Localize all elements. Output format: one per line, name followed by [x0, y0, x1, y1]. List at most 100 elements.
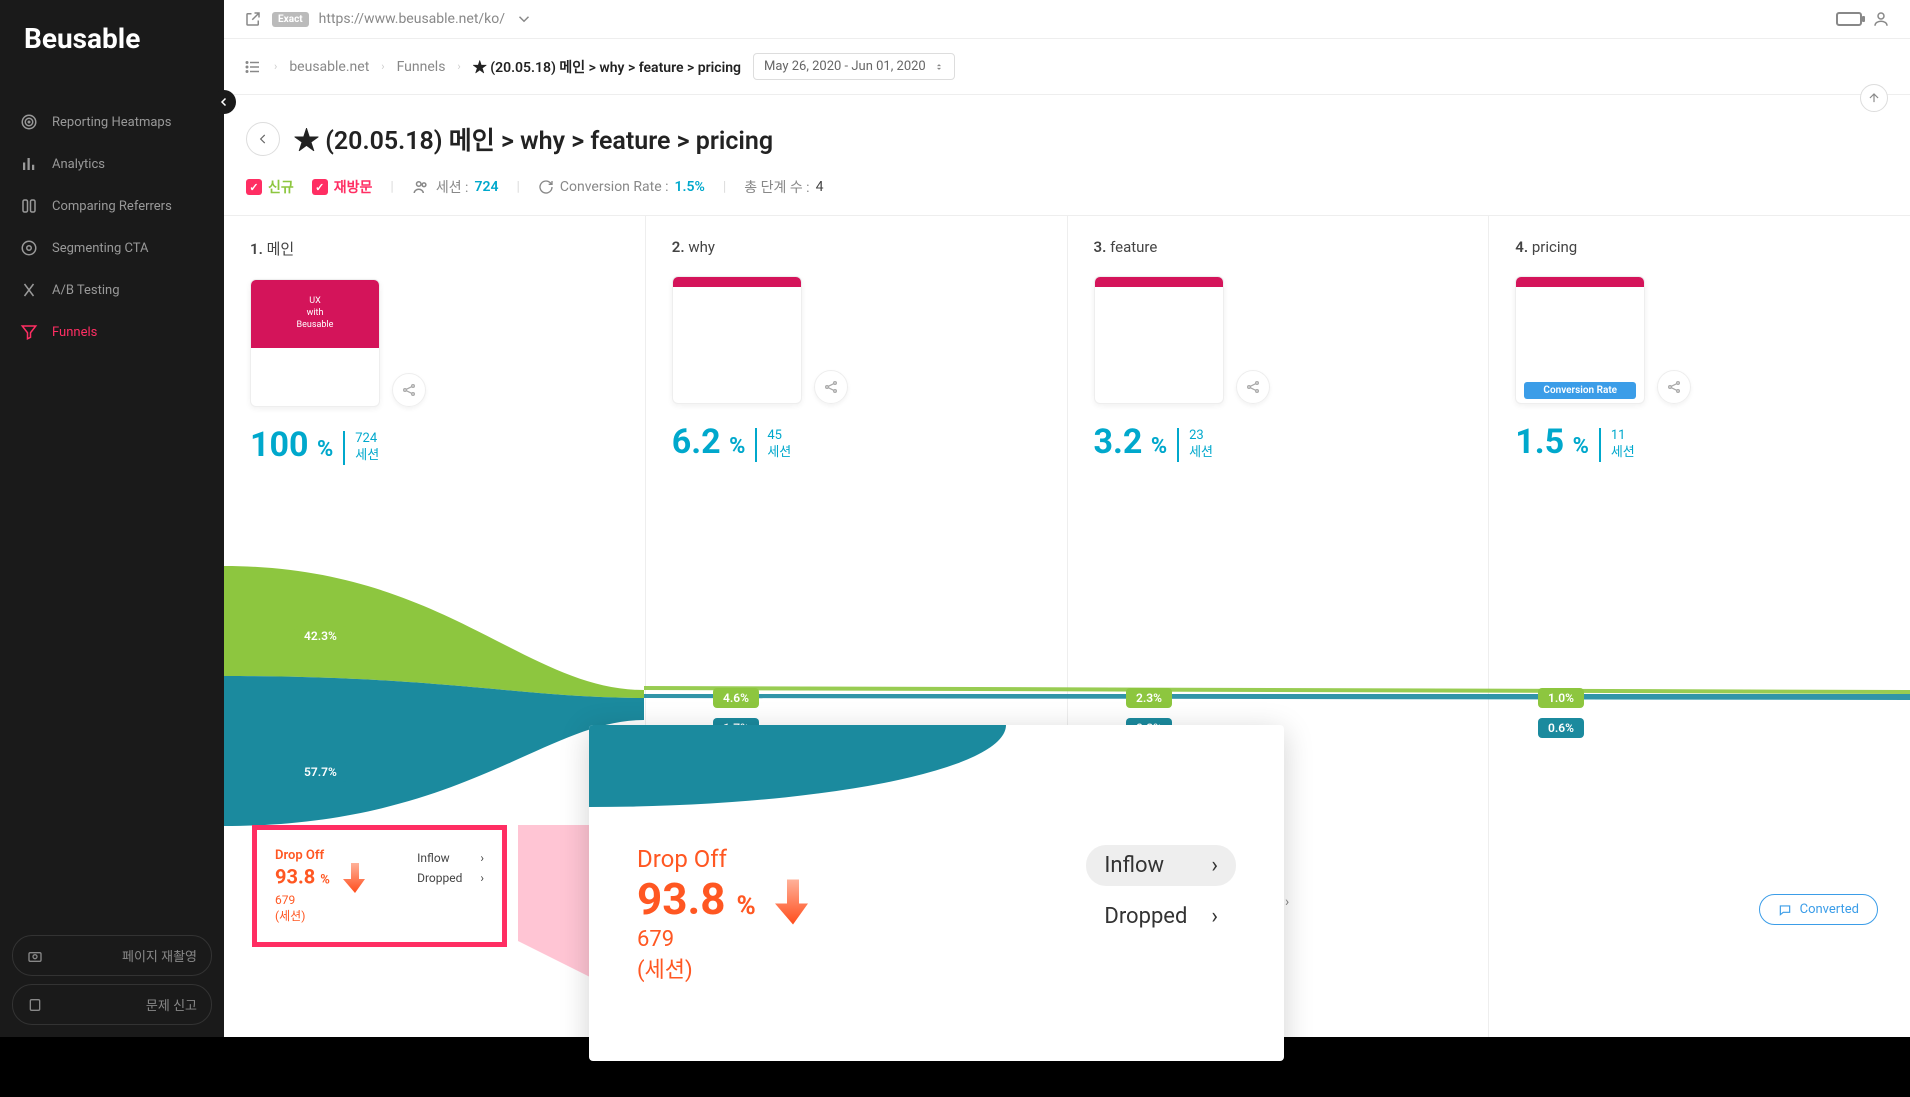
dropoff-sessions-label: (세션): [275, 909, 305, 923]
nav-comparing-referrers[interactable]: Comparing Referrers: [0, 185, 224, 227]
breadcrumb: › beusable.net › Funnels › ★ (20.05.18) …: [224, 39, 1910, 95]
report-label: 문제 신고: [146, 995, 197, 1014]
step-num: 3.: [1094, 238, 1107, 256]
chevron-left-icon: [256, 132, 270, 146]
step-pct: 1.5: [1515, 422, 1564, 462]
battery-icon: [1836, 12, 1862, 26]
share-icon: [823, 379, 839, 395]
list-icon[interactable]: [244, 58, 262, 76]
dropoff-pct: 93.8: [275, 864, 315, 888]
dropoff-card-small: Drop Off 93.8 % 679(세션) Inflow› Dropped›: [252, 825, 507, 947]
dropped-link-peek[interactable]: ›: [1285, 894, 1299, 910]
chevron-right-icon: ›: [274, 60, 277, 73]
steps-value: 4: [816, 179, 824, 195]
nav-funnels[interactable]: Funnels: [0, 311, 224, 353]
sessions-label: 세션 :: [436, 177, 469, 197]
nav-label: A/B Testing: [52, 283, 120, 298]
refresh-icon[interactable]: [538, 179, 554, 195]
tools-icon: [20, 281, 38, 299]
nav-label: Reporting Heatmaps: [52, 115, 171, 130]
returning-label: 재방문: [334, 177, 373, 197]
step-pct: 100: [250, 425, 309, 465]
converted-label: Converted: [1800, 902, 1859, 917]
nav-segmenting-cta[interactable]: Segmenting CTA: [0, 227, 224, 269]
sort-icon: [934, 62, 944, 72]
share-icon: [401, 382, 417, 398]
flow-badge-teal: 0.6%: [1538, 718, 1584, 738]
chevron-down-icon[interactable]: [515, 10, 533, 28]
conversion-rate-badge: Conversion Rate: [1524, 382, 1636, 399]
dropped-link[interactable]: Dropped›: [417, 868, 484, 888]
nav-label: Comparing Referrers: [52, 199, 172, 214]
recapture-label: 페이지 재촬영: [122, 946, 197, 965]
share-button[interactable]: [814, 370, 848, 404]
chevron-right-icon: ›: [457, 60, 460, 73]
flow-badge-green: 1.0%: [1538, 688, 1584, 708]
report-issue-button[interactable]: 문제 신고: [12, 984, 212, 1025]
recapture-button[interactable]: 페이지 재촬영: [12, 935, 212, 976]
sidebar-collapse[interactable]: [212, 90, 236, 114]
checkbox-new[interactable]: ✓ 신규: [246, 177, 294, 197]
new-label: 신규: [268, 177, 294, 197]
back-button[interactable]: [246, 122, 280, 156]
step-pct: 3.2: [1094, 422, 1143, 462]
step-sessions: 11: [1611, 428, 1635, 445]
chevron-right-icon: ›: [1211, 904, 1218, 929]
dropoff-label: Drop Off: [637, 845, 811, 873]
page-thumbnail[interactable]: [1094, 276, 1224, 404]
share-button[interactable]: [1657, 370, 1691, 404]
flow-badge-green: 42.3%: [294, 626, 347, 646]
chevron-right-icon: ›: [480, 851, 484, 865]
nav-label: Analytics: [52, 157, 105, 172]
page-thumbnail[interactable]: UXwithBeusable: [250, 279, 380, 407]
camera-icon: [27, 948, 43, 964]
inflow-link[interactable]: Inflow›: [1086, 845, 1236, 886]
open-external-icon[interactable]: [244, 10, 262, 28]
breadcrumb-domain[interactable]: beusable.net: [289, 59, 369, 75]
breadcrumb-current: ★ (20.05.18) 메인 > why > feature > pricin…: [473, 57, 741, 77]
bars-icon: [20, 155, 38, 173]
share-button[interactable]: [392, 373, 426, 407]
page-title: ★ (20.05.18) 메인 > why > feature > pricin…: [294, 121, 773, 157]
step-num: 4.: [1515, 238, 1528, 256]
breadcrumb-section[interactable]: Funnels: [397, 59, 446, 75]
scroll-top-button[interactable]: [1860, 84, 1888, 112]
dropoff-pct: 93.8: [637, 873, 726, 925]
dropoff-label: Drop Off: [275, 848, 367, 863]
nav: Reporting Heatmaps Analytics Comparing R…: [0, 77, 224, 915]
page-thumbnail[interactable]: Conversion Rate: [1515, 276, 1645, 404]
flow-badge-teal: 57.7%: [294, 762, 347, 782]
flag-icon: [27, 997, 43, 1013]
brand-logo: Beusable: [0, 0, 224, 77]
check-icon: ✓: [246, 179, 262, 195]
step-name: why: [688, 238, 715, 256]
step-sessions-label: 세션: [767, 445, 791, 462]
share-button[interactable]: [1236, 370, 1270, 404]
target-icon: [20, 113, 38, 131]
people-icon: [412, 178, 430, 196]
nav-reporting-heatmaps[interactable]: Reporting Heatmaps: [0, 101, 224, 143]
date-range-value: May 26, 2020 - Jun 01, 2020: [764, 59, 926, 74]
step-num: 2.: [672, 238, 685, 256]
user-icon[interactable]: [1872, 10, 1890, 28]
dropoff-card-big: Drop Off 93.8 % 679(세션) Inflow› Dropped›: [589, 725, 1284, 1061]
inflow-link[interactable]: Inflow›: [417, 848, 484, 868]
share-icon: [1666, 379, 1682, 395]
nav-analytics[interactable]: Analytics: [0, 143, 224, 185]
chat-icon: [1778, 903, 1792, 917]
conv-label: Conversion Rate :: [560, 179, 669, 195]
date-range-picker[interactable]: May 26, 2020 - Jun 01, 2020: [753, 53, 955, 80]
chevron-right-icon: ›: [480, 871, 484, 885]
flow-badge-green: 4.6%: [713, 688, 759, 708]
disc-icon: [20, 239, 38, 257]
filter-bar: ✓ 신규 ✓ 재방문 | 세션 : 724 | Conversion Rate …: [224, 173, 1910, 215]
checkbox-returning[interactable]: ✓ 재방문: [312, 177, 373, 197]
chevron-right-icon: ›: [1211, 853, 1218, 878]
nav-ab-testing[interactable]: A/B Testing: [0, 269, 224, 311]
share-icon: [1245, 379, 1261, 395]
page-thumbnail[interactable]: [672, 276, 802, 404]
converted-button[interactable]: Converted: [1759, 894, 1878, 925]
step-sessions-label: 세션: [1611, 445, 1635, 462]
step-sessions: 45: [767, 428, 791, 445]
dropped-link[interactable]: Dropped›: [1086, 896, 1236, 937]
